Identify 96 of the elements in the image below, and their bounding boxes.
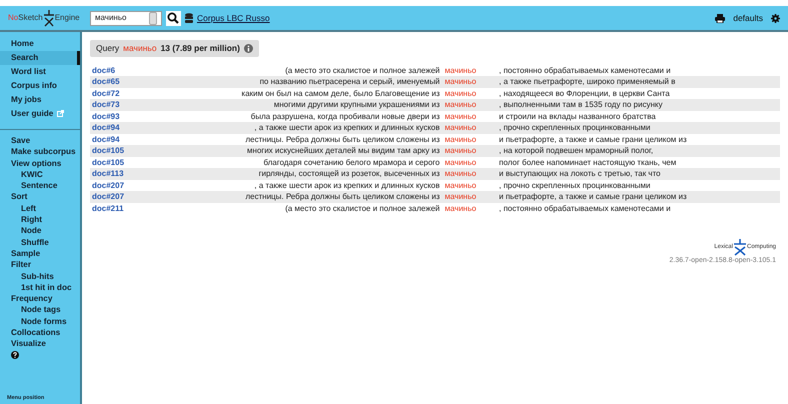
left-context: по названию пьетрасерена и серый, именуемый — [143, 76, 442, 88]
user-menu[interactable]: defaults — [733, 12, 763, 24]
sidebar-item[interactable]: My jobs — [0, 93, 80, 107]
left-context: многими другими крупными украшениями из — [143, 99, 442, 111]
doc-link[interactable]: doc#6 — [90, 64, 144, 76]
figure-icon — [732, 238, 747, 256]
logo-text: Sketch — [18, 12, 43, 24]
right-context: , выполненными там в 1535 году по рисунку — [497, 99, 780, 111]
query-label: Query — [96, 42, 120, 55]
sidebar-item[interactable]: Collocations — [0, 327, 80, 338]
left-context: гирлянды, состоящей из розеток, высеченных из — [143, 168, 442, 180]
keyword[interactable]: мачиньо — [442, 110, 498, 122]
logo-text: No — [8, 12, 18, 24]
sidebar-item[interactable]: Node tags — [0, 304, 80, 316]
keyword[interactable]: мачиньо — [442, 122, 498, 134]
right-context: и выступающих на локоть с третью, так что — [497, 168, 780, 180]
right-context: , прочно скрепленных процинкованными — [497, 122, 780, 134]
doc-link[interactable]: doc#72 — [90, 88, 144, 100]
left-context: каким он был на самом деле, было Благовещение из — [143, 88, 442, 100]
keyword[interactable]: мачиньо — [442, 64, 498, 76]
sidebar-item[interactable]: Sentence — [0, 180, 80, 192]
doc-link[interactable]: doc#94 — [90, 122, 144, 134]
sidebar-item[interactable]: Right — [0, 214, 80, 226]
left-context: лестницы. Ребра должны быть целиком сложены из — [143, 191, 442, 203]
doc-link[interactable]: doc#65 — [90, 76, 144, 88]
sidebar-item[interactable]: User guide — [0, 107, 80, 121]
keyword[interactable]: мачиньо — [442, 191, 498, 203]
database-icon — [185, 13, 193, 23]
keyword[interactable]: мачиньо — [442, 134, 498, 146]
search-field[interactable]: мачиньо — [90, 10, 162, 26]
sidebar-item[interactable]: Make subcorpus — [0, 146, 80, 158]
keyword[interactable]: мачиньо — [442, 202, 498, 214]
right-context: , а также пьетрафорте, широко применяемый в — [497, 76, 780, 88]
search-button[interactable] — [166, 10, 181, 26]
right-context: и пьетрафорте, а также и самые грани целиком из — [497, 134, 780, 146]
info-icon — [244, 44, 253, 53]
sidebar-item[interactable]: Search — [0, 51, 80, 65]
right-context: , находящееся во Флоренции, в церкви Санта — [497, 88, 780, 100]
left-context: , а также шести арок из крепких и длинных кусков — [143, 122, 442, 134]
sidebar-item[interactable]: Visualize — [0, 338, 80, 350]
sidebar-item[interactable]: Frequency — [0, 293, 80, 304]
right-context: и строили на вклады названного братства — [497, 110, 780, 122]
sidebar-item[interactable]: Sample — [0, 248, 80, 260]
sidebar-item[interactable]: View options — [0, 158, 80, 169]
doc-link[interactable]: doc#94 — [90, 134, 144, 146]
settings-icon — [771, 14, 780, 22]
right-context: и пьетрафорте, а также и самые грани целиком из — [497, 191, 780, 203]
doc-link[interactable]: doc#105 — [90, 145, 144, 157]
sidebar-item[interactable]: Node forms — [0, 316, 80, 328]
external-link-icon — [57, 110, 64, 118]
doc-link[interactable]: doc#73 — [90, 99, 144, 111]
sidebar-item[interactable]: Sort — [0, 191, 80, 203]
sidebar-item[interactable]: Corpus info — [0, 79, 80, 93]
left-context: , а также шести арок из крепких и длинных кусков — [143, 180, 442, 192]
doc-link[interactable]: doc#93 — [90, 110, 144, 122]
hit-count: 13 (7.89 per million) — [160, 42, 240, 55]
sidebar-item[interactable]: Node — [0, 225, 80, 237]
doc-link[interactable]: doc#207 — [90, 180, 144, 192]
sidebar-item[interactable]: Filter — [0, 259, 80, 271]
doc-link[interactable]: doc#211 — [90, 202, 144, 214]
doc-link[interactable]: doc#207 — [90, 191, 144, 203]
left-context: лестницы. Ребра должны быть целиком сложены из — [143, 134, 442, 146]
sidebar-item[interactable]: Word list — [0, 65, 80, 79]
right-context: , постоянно обрабатываемых каменотесами и — [497, 202, 780, 214]
right-context: , прочно скрепленных процинкованными — [497, 180, 780, 192]
help-icon — [11, 350, 19, 359]
query-term: мачиньо — [123, 42, 157, 55]
keyword[interactable]: мачиньо — [442, 180, 498, 192]
keyword[interactable]: мачиньо — [442, 168, 498, 180]
right-context: , на которой подвешен мраморный полог, — [497, 145, 780, 157]
keyword[interactable]: мачиньо — [442, 88, 498, 100]
keyword[interactable]: мачиньо — [442, 156, 498, 168]
left-context: (а место это скалистое и полное залежей — [143, 64, 442, 76]
sidebar-item[interactable]: 1st hit in doc — [0, 282, 80, 294]
sidebar-item[interactable]: Sub-hits — [0, 270, 80, 282]
logo-text: Engine — [54, 12, 80, 24]
keyword[interactable]: мачиньо — [442, 99, 498, 111]
corpus-link[interactable]: Corpus LBC Russo — [197, 12, 270, 24]
doc-link[interactable]: doc#105 — [90, 156, 144, 168]
left-context: (а место это скалистое и полное залежей — [143, 202, 442, 214]
doc-link[interactable]: doc#113 — [90, 168, 144, 180]
right-context: полог более напоминает настоящую ткань, чем — [497, 156, 780, 168]
sidebar-item[interactable]: Save — [0, 135, 80, 146]
sidebar-item[interactable]: Shuffle — [0, 236, 80, 248]
keyword[interactable]: мачиньо — [442, 145, 498, 157]
sidebar-item[interactable]: Left — [0, 202, 80, 214]
left-context: была разрушена, когда пробивали новые двери из — [143, 110, 442, 122]
right-context: , постоянно обрабатываемых каменотесами и — [497, 64, 780, 76]
sidebar-item[interactable]: KWIC — [0, 168, 80, 180]
sidebar-item[interactable]: Home — [0, 37, 80, 51]
left-context: многих искуснейших деталей мы видим там арку из — [143, 145, 442, 157]
printer-icon — [715, 14, 726, 22]
left-context: благодаря сочетанию белого мрамора и серого — [143, 156, 442, 168]
figure-icon — [42, 9, 55, 27]
keyword[interactable]: мачиньо — [442, 76, 498, 88]
search-icon — [167, 12, 179, 24]
